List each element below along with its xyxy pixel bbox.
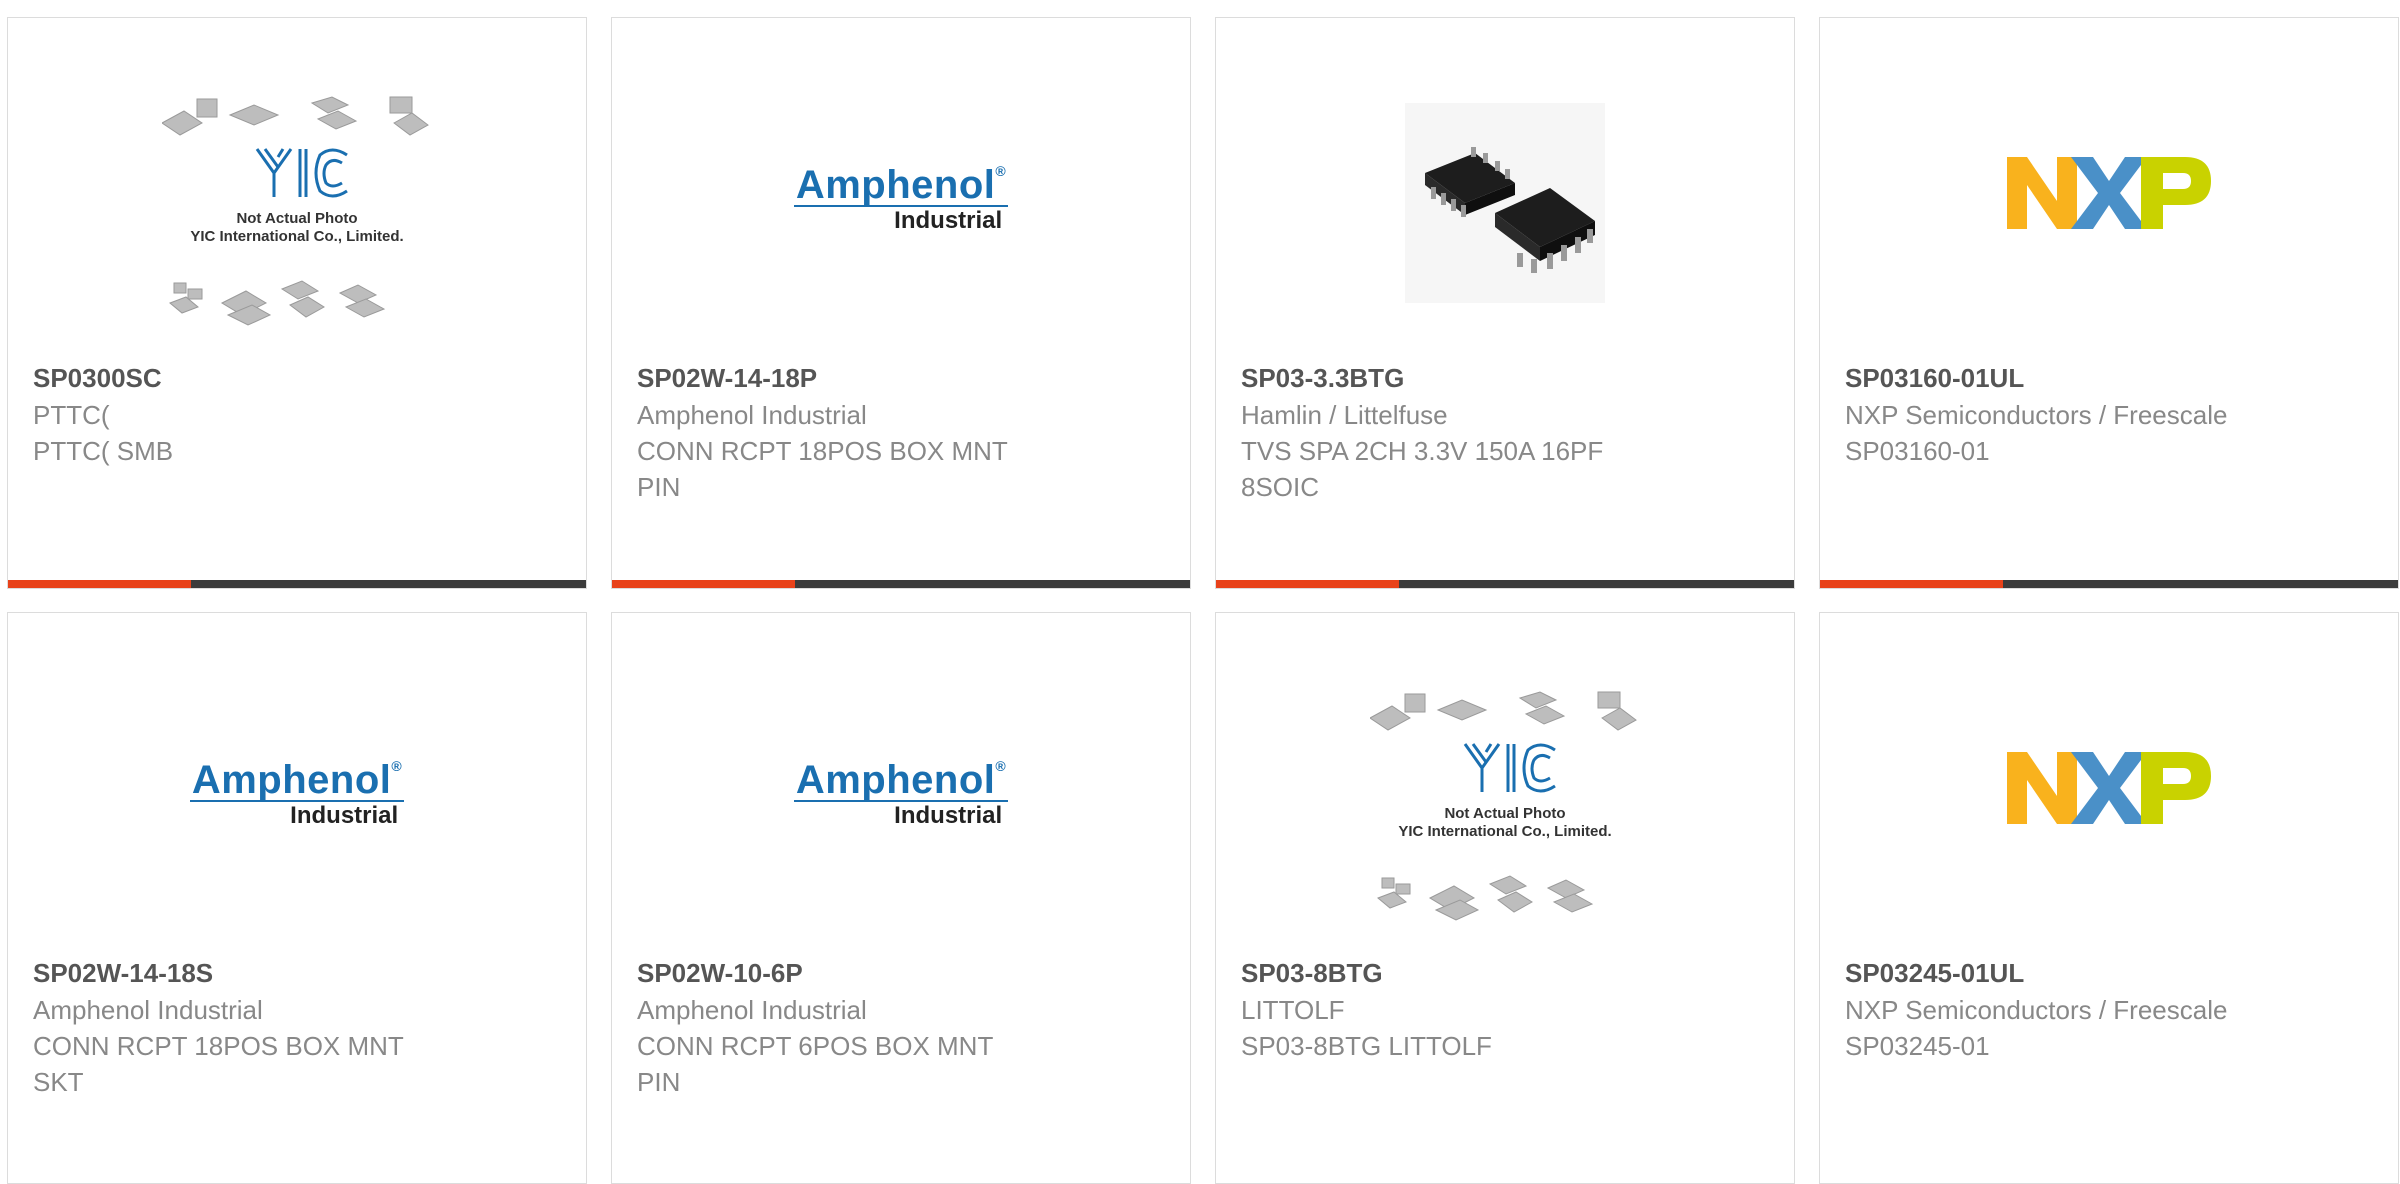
product-info: SP02W-14-18S Amphenol Industrial CONN RC… [33,958,463,1100]
manufacturer: Amphenol Industrial [33,995,263,1025]
description: CONN RCPT 18POS BOX MNT PIN [637,436,1008,502]
description: TVS SPA 2CH 3.3V 150A 16PF 8SOIC [1241,436,1604,502]
product-image[interactable]: Amphenol® Industrial [612,673,1190,963]
part-number[interactable]: SP0300SC [33,363,463,393]
yic-caption-1: Not Actual Photo [1444,805,1565,822]
product-image[interactable]: Not Actual Photo YIC International Co., … [1216,673,1794,963]
product-info: SP03160-01UL NXP Semiconductors / Freesc… [1845,363,2275,469]
card-bottom-bar [8,580,586,588]
product-info: SP02W-10-6P Amphenol Industrial CONN RCP… [637,958,1067,1100]
description: SP03-8BTG LITTOLF [1241,1031,1492,1061]
yic-placeholder-image: Not Actual Photo YIC International Co., … [1370,691,1637,921]
amphenol-logo-name: Amphenol® [793,151,1009,207]
product-grid: Not Actual Photo YIC International Co., … [7,17,2399,1184]
card-bottom-bar [612,580,1190,588]
description: CONN RCPT 6POS BOX MNT PIN [637,1031,994,1097]
yic-placeholder-image: Not Actual Photo YIC International Co., … [162,96,429,326]
yic-caption-2: YIC International Co., Limited. [190,228,403,245]
product-info: SP02W-14-18P Amphenol Industrial CONN RC… [637,363,1067,505]
yic-caption-1: Not Actual Photo [236,210,357,227]
product-image[interactable] [1820,78,2398,368]
amphenol-logo-sub: Industrial [894,802,1003,829]
nxp-logo [2007,752,2211,824]
product-image[interactable]: Amphenol® Industrial [612,78,1190,368]
card-bottom-bar [1820,580,2398,588]
product-image[interactable]: Amphenol® Industrial [8,673,586,963]
yic-caption-2: YIC International Co., Limited. [1398,823,1611,840]
description: PTTC( SMB [33,436,174,466]
manufacturer: NXP Semiconductors / Freescale [1845,400,2228,430]
product-image[interactable] [1216,78,1794,368]
card-accent [612,580,795,588]
amphenol-logo-sub: Industrial [290,802,399,829]
amphenol-logo: Amphenol® Industrial [793,746,1009,830]
nxp-logo [2007,157,2211,229]
card-bottom-bar [1216,580,1794,588]
product-image[interactable]: Not Actual Photo YIC International Co., … [8,78,586,368]
part-number[interactable]: SP02W-14-18P [637,363,1067,393]
manufacturer: Amphenol Industrial [637,400,867,430]
description: SP03245-01 [1845,1031,1990,1061]
amphenol-logo-name: Amphenol® [189,746,405,802]
soic-chip-photo [1405,103,1605,303]
part-number[interactable]: SP02W-14-18S [33,958,463,988]
amphenol-logo: Amphenol® Industrial [793,151,1009,235]
description: SP03160-01 [1845,436,1990,466]
card-accent [8,580,191,588]
amphenol-logo-sub: Industrial [894,207,1003,234]
card-accent [1820,580,2003,588]
product-image[interactable] [1820,673,2398,963]
product-info: SP03245-01UL NXP Semiconductors / Freesc… [1845,958,2275,1064]
amphenol-logo: Amphenol® Industrial [189,746,405,830]
part-number[interactable]: SP02W-10-6P [637,958,1067,988]
product-info: SP0300SC PTTC( PTTC( SMB [33,363,463,469]
manufacturer: NXP Semiconductors / Freescale [1845,995,2228,1025]
part-number[interactable]: SP03160-01UL [1845,363,2275,393]
manufacturer: Amphenol Industrial [637,995,867,1025]
product-info: SP03-8BTG LITTOLF SP03-8BTG LITTOLF [1241,958,1671,1064]
product-card[interactable]: SP03160-01UL NXP Semiconductors / Freesc… [1819,17,2399,589]
product-card[interactable]: SP03245-01UL NXP Semiconductors / Freesc… [1819,612,2399,1184]
card-accent [1216,580,1399,588]
product-card[interactable]: Amphenol® Industrial SP02W-10-6P Ampheno… [611,612,1191,1184]
product-card[interactable]: Amphenol® Industrial SP02W-14-18P Amphen… [611,17,1191,589]
part-number[interactable]: SP03-3.3BTG [1241,363,1671,393]
product-card[interactable]: SP03-3.3BTG Hamlin / Littelfuse TVS SPA … [1215,17,1795,589]
description: CONN RCPT 18POS BOX MNT SKT [33,1031,404,1097]
product-info: SP03-3.3BTG Hamlin / Littelfuse TVS SPA … [1241,363,1671,505]
manufacturer: PTTC( [33,400,110,430]
manufacturer: Hamlin / Littelfuse [1241,400,1448,430]
product-card[interactable]: Amphenol® Industrial SP02W-14-18S Amphen… [7,612,587,1184]
part-number[interactable]: SP03245-01UL [1845,958,2275,988]
product-card[interactable]: Not Actual Photo YIC International Co., … [7,17,587,589]
product-card[interactable]: Not Actual Photo YIC International Co., … [1215,612,1795,1184]
manufacturer: LITTOLF [1241,995,1345,1025]
part-number[interactable]: SP03-8BTG [1241,958,1671,988]
amphenol-logo-name: Amphenol® [793,746,1009,802]
